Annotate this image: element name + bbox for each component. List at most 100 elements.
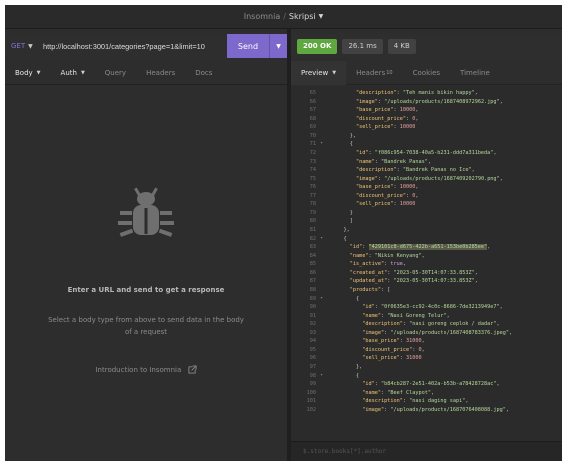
line-number: 84 [309,252,316,259]
response-size: 4 KB [387,38,416,54]
code-line: 76 "base_price": 10000, [291,183,562,192]
tab-preview[interactable]: Preview ▼ [291,60,347,85]
code-text: "sell_price": 10000 [356,124,416,131]
response-tabs: Preview ▼ Headers 10 Cookies Timeline [291,60,562,85]
code-line: 71 ▾ { [291,140,562,149]
tab-timeline[interactable]: Timeline [450,61,500,85]
line-number: 77 [309,192,316,199]
chevron-down-icon: ▼ [36,69,41,76]
fold-toggle-icon[interactable]: ▾ [320,295,323,304]
code-text: "name": "Beef Claypot", [362,389,435,396]
code-text: } [331,209,353,216]
code-line: 72 "id": "f086c954-7038-40a5-b231-ddd7a3… [291,149,562,158]
line-number: 98 ▾ [309,372,323,379]
request-tabs: Body ▼ Auth ▼ Query Headers Docs [5,61,287,85]
workspace-dropdown-icon[interactable]: ▼ [319,13,324,20]
fold-toggle-icon[interactable]: ▾ [320,235,323,244]
response-time: 26.1 ms [342,38,383,54]
code-line: 69 "sell_price": 10000 [291,123,562,132]
send-button[interactable]: Send [227,34,270,58]
empty-state-text: Select a body type from above to send da… [48,316,244,336]
line-number: 102 [306,406,316,413]
tab-query[interactable]: Query [95,61,136,85]
code-text: "created_at": "2023-05-30T14:07:33.853Z"… [349,269,478,276]
send-options-dropdown[interactable]: ▼ [270,34,287,58]
line-number: 88 [309,286,316,293]
line-number: 85 [309,261,316,268]
code-line: 78 "sell_price": 10000 [291,200,562,209]
line-number: 83 [309,244,316,251]
response-filter-input[interactable]: $.store.books[*].author [291,441,562,461]
line-number: 86 [309,269,316,276]
insomnia-window: Insomnia / Skripsi ▼ GET ▼ http://localh… [5,5,562,461]
chevron-down-icon: ▼ [80,69,85,76]
code-line: 70 }, [291,132,562,141]
method-selector[interactable]: GET ▼ [5,42,33,50]
code-line: 85 "is_active": true, [291,260,562,269]
response-preview[interactable]: 65 "description": "Teh manis bikin happy… [291,86,562,441]
code-text: "name": "Nikin Kenyang", [349,252,425,259]
code-text: "updated_at": "2023-05-30T14:07:33.853Z"… [349,278,478,285]
code-text: { [331,372,360,379]
line-number: 72 [309,149,316,156]
code-line: 83 "id": "429101c8-d675-422b-a651-153be0… [291,243,562,252]
workspace-name[interactable]: Skripsi [289,12,316,21]
line-number: 67 [309,107,316,114]
code-text: "image": "/uploads/products/168740920279… [356,175,503,182]
tab-cookies[interactable]: Cookies [403,61,450,85]
code-line: 79 } [291,209,562,218]
line-number: 75 [309,175,316,182]
code-text: { [331,295,360,302]
code-text: "discount_price": 0, [356,192,419,199]
code-text: "description": "Teh manis bikin happy", [356,90,478,96]
fold-toggle-icon[interactable]: ▾ [320,140,323,149]
app-name: Insomnia [243,12,281,21]
code-text: ] [331,218,353,225]
line-number: 79 [309,209,316,216]
title-separator: / [283,12,286,21]
code-line: 92 "description": "nasi goreng ceplok / … [291,320,562,329]
code-text: "id": "b84cb287-2e51-402a-b53b-a78428728… [362,381,500,388]
code-text: "name": "Nasi Goreng Telur", [362,312,450,319]
code-text: "image": "/uploads/products/168707640808… [362,406,510,413]
code-line: 94 "base_price": 31000, [291,337,562,346]
tab-docs[interactable]: Docs [185,61,222,85]
line-number: 66 [309,98,316,105]
intro-link-label: Introduction to Insomnia [95,366,182,374]
code-text: }, [331,132,356,139]
line-number: 87 [309,278,316,285]
code-line: 77 "discount_price": 0, [291,192,562,201]
line-number: 78 [309,201,316,208]
code-line: 73 "name": "Bandrek Panas", [291,158,562,167]
intro-link[interactable]: Introduction to Insomnia [5,365,287,374]
line-number: 70 [309,132,316,139]
code-text: }, [331,364,363,370]
line-number: 80 [309,218,316,225]
line-number: 65 [309,90,316,96]
code-line: 65 "description": "Teh manis bikin happy… [291,89,562,98]
url-input[interactable]: http://localhost:3001/categories?page=1&… [33,42,227,51]
line-number: 92 [309,321,316,328]
code-text: "is_active": true, [349,261,406,268]
line-number: 100 [306,389,316,396]
line-number: 95 [309,346,316,353]
line-number: 82 ▾ [309,235,323,242]
chevron-down-icon: ▼ [276,42,281,50]
line-number: 71 ▾ [309,141,323,148]
code-line: 93 "image": "/uploads/products/168740878… [291,329,562,338]
code-text: "sell_price": 10000 [356,201,416,208]
chevron-down-icon: ▼ [332,69,337,76]
code-line: 100 "name": "Beef Claypot", [291,389,562,398]
tab-headers[interactable]: Headers [136,61,185,85]
line-number: 101 [306,398,316,405]
code-line: 95 "discount_price": 0, [291,346,562,355]
tab-auth[interactable]: Auth ▼ [51,61,95,85]
code-text: "base_price": 10000, [356,184,419,191]
tab-response-headers[interactable]: Headers 10 [346,61,403,85]
code-line: 102 "image": "/uploads/products/16870764… [291,406,562,415]
tab-body[interactable]: Body ▼ [5,61,51,85]
request-body-pane: Enter a URL and send to get a response S… [5,86,287,461]
fold-toggle-icon[interactable]: ▾ [320,372,323,381]
code-line: 75 "image": "/uploads/products/168740920… [291,175,562,184]
code-text: "discount_price": 0, [362,346,425,353]
